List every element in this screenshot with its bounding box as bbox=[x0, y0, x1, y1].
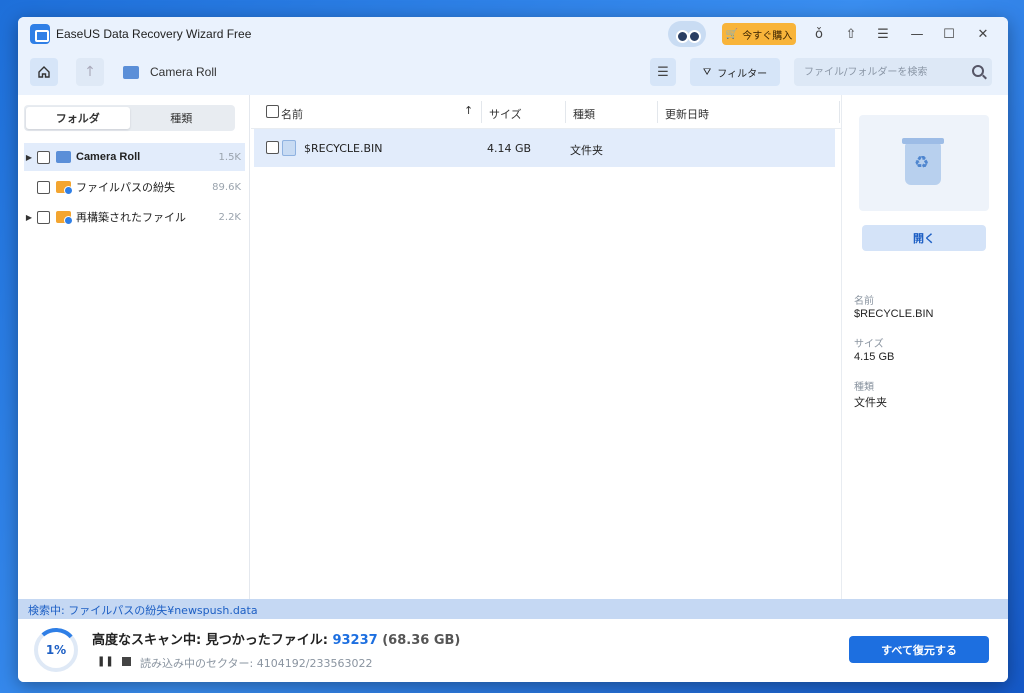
app-window: EaseUS Data Recovery Wizard Free 🛒 今すぐ購入… bbox=[18, 17, 1008, 682]
column-divider[interactable] bbox=[839, 101, 840, 123]
scan-progress-bar: 1% 高度なスキャン中: 見つかったファイル: 93237 (68.36 GB)… bbox=[18, 619, 1008, 682]
up-button[interactable]: ↑ bbox=[76, 58, 104, 86]
home-button[interactable] bbox=[30, 58, 58, 86]
buy-now-label: 今すぐ購入 bbox=[742, 30, 793, 42]
name-label: 名前 bbox=[854, 296, 874, 307]
found-size: (68.36 GB) bbox=[382, 633, 461, 648]
tree-item-count: 2.2K bbox=[218, 211, 241, 223]
row-checkbox[interactable] bbox=[266, 141, 279, 154]
search-input[interactable] bbox=[804, 63, 964, 81]
tree-item-label: ファイルパスの紛失 bbox=[76, 181, 175, 194]
view-mode-switch: フォルダ 種類 bbox=[24, 105, 235, 131]
tree-item-lost-path[interactable]: ファイルパスの紛失 89.6K bbox=[24, 173, 245, 201]
size-label: サイズ bbox=[854, 339, 884, 350]
table-row[interactable]: $RECYCLE.BIN 4.14 GB 文件夹 bbox=[254, 129, 835, 167]
update-icon[interactable]: ⇧ bbox=[842, 25, 860, 43]
progress-arc bbox=[32, 626, 80, 674]
filter-label: フィルター bbox=[717, 68, 768, 80]
tree-item-label: Camera Roll bbox=[76, 151, 141, 163]
cart-icon: 🛒 bbox=[725, 28, 739, 40]
open-button[interactable]: 開く bbox=[862, 225, 986, 251]
type-label: 種類 bbox=[854, 382, 874, 393]
file-size: 4.14 GB bbox=[487, 142, 532, 155]
tree-item-count: 1.5K bbox=[218, 151, 241, 163]
search-status: 検索中: ファイルパスの紛失¥newspush.data bbox=[18, 599, 1008, 619]
type-value: 文件夹 bbox=[854, 397, 887, 409]
breadcrumb[interactable]: Camera Roll bbox=[150, 65, 217, 79]
checkbox[interactable] bbox=[37, 180, 50, 194]
recycle-bin-icon bbox=[902, 138, 944, 185]
scan-summary: 高度なスキャン中: 見つかったファイル: 93237 (68.36 GB) bbox=[92, 629, 460, 648]
column-divider[interactable] bbox=[481, 101, 482, 123]
column-header: 名前 ↑ サイズ 種類 更新日時 bbox=[251, 95, 841, 129]
checkbox[interactable] bbox=[37, 210, 50, 224]
assistant-owl-icon[interactable] bbox=[668, 21, 706, 47]
size-value: 4.15 GB bbox=[854, 351, 895, 363]
list-view-button[interactable]: ☰ bbox=[650, 58, 676, 86]
close-icon[interactable]: ✕ bbox=[974, 25, 992, 43]
minimize-icon[interactable]: — bbox=[908, 25, 926, 43]
tree-item-count: 89.6K bbox=[212, 181, 241, 193]
stop-icon[interactable] bbox=[122, 657, 131, 666]
sort-ascending-icon[interactable]: ↑ bbox=[464, 104, 473, 117]
column-size[interactable]: サイズ bbox=[489, 106, 522, 122]
maximize-icon[interactable]: ☐ bbox=[940, 25, 958, 43]
column-divider[interactable] bbox=[565, 101, 566, 123]
filter-icon: ⛛ bbox=[702, 66, 712, 78]
tree-item-rebuilt-files[interactable]: ▶ 再構築されたファイル 2.2K bbox=[24, 203, 245, 231]
search-box bbox=[794, 58, 992, 86]
toolbar: ↑ Camera Roll ☰ ⛛ フィルター bbox=[18, 53, 1008, 95]
buy-now-button[interactable]: 🛒 今すぐ購入 bbox=[722, 23, 796, 45]
tree-item-label: 再構築されたファイル bbox=[76, 211, 186, 224]
column-divider[interactable] bbox=[657, 101, 658, 123]
app-logo-icon bbox=[30, 24, 50, 44]
folder-icon bbox=[56, 151, 71, 163]
pause-icon[interactable]: ❚❚ bbox=[97, 656, 114, 667]
folder-icon bbox=[123, 66, 139, 79]
found-count: 93237 bbox=[332, 633, 378, 648]
search-icon[interactable] bbox=[972, 65, 984, 77]
file-type: 文件夹 bbox=[570, 144, 603, 157]
file-list: 名前 ↑ サイズ 種類 更新日時 $RECYCLE.BIN 4.14 GB 文件… bbox=[251, 95, 841, 599]
tree-item-camera-roll[interactable]: ▶ Camera Roll 1.5K bbox=[24, 143, 245, 171]
tab-type[interactable]: 種類 bbox=[130, 107, 234, 129]
list-icon: ☰ bbox=[657, 64, 669, 80]
arrow-up-icon: ↑ bbox=[84, 64, 96, 80]
details-panel: 開く 名前 $RECYCLE.BIN サイズ 4.15 GB 種類 文件夹 bbox=[841, 95, 1008, 599]
sidebar: フォルダ 種類 ▶ Camera Roll 1.5K ファイルパスの紛失 89.… bbox=[18, 95, 250, 599]
file-name: $RECYCLE.BIN bbox=[304, 142, 383, 155]
lost-folder-icon bbox=[56, 181, 73, 195]
name-value: $RECYCLE.BIN bbox=[854, 308, 934, 320]
column-type[interactable]: 種類 bbox=[573, 106, 595, 122]
tab-folder[interactable]: フォルダ bbox=[26, 107, 130, 129]
preview-box bbox=[859, 115, 989, 211]
scan-title: 高度なスキャン中: 見つかったファイル: bbox=[92, 633, 328, 648]
app-title: EaseUS Data Recovery Wizard Free bbox=[56, 27, 252, 41]
checkbox[interactable] bbox=[37, 150, 50, 164]
expand-icon[interactable]: ▶ bbox=[24, 213, 34, 222]
filter-button[interactable]: ⛛ フィルター bbox=[690, 58, 780, 86]
column-name[interactable]: 名前 bbox=[281, 106, 303, 122]
expand-icon[interactable]: ▶ bbox=[24, 153, 34, 162]
key-icon[interactable]: ǒ bbox=[810, 25, 828, 43]
recycle-bin-icon bbox=[282, 140, 296, 156]
select-all-checkbox[interactable] bbox=[266, 105, 279, 118]
rebuilt-folder-icon bbox=[56, 211, 73, 225]
menu-icon[interactable]: ☰ bbox=[874, 25, 892, 43]
title-bar: EaseUS Data Recovery Wizard Free 🛒 今すぐ購入… bbox=[18, 17, 1008, 53]
recover-all-button[interactable]: すべて復元する bbox=[849, 636, 989, 663]
home-icon bbox=[38, 66, 50, 78]
sector-progress: 読み込み中のセクター: 4104192/233563022 bbox=[140, 657, 373, 670]
column-modified[interactable]: 更新日時 bbox=[665, 106, 709, 122]
